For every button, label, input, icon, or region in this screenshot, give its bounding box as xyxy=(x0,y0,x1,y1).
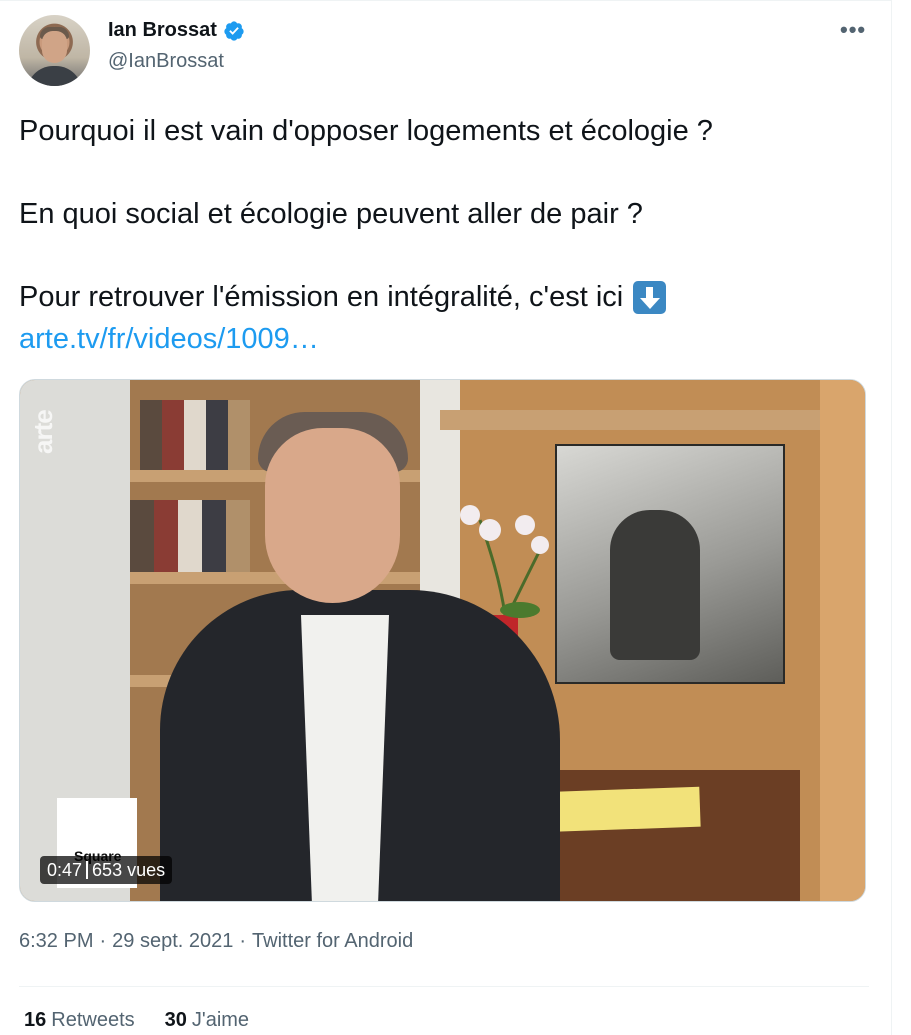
video-scene-wall-right xyxy=(820,380,865,901)
likes-stat[interactable]: 30 J'aime xyxy=(165,1009,249,1032)
video-scene-person-head xyxy=(265,428,400,603)
tweet-text-line-1: Pourquoi il est vain d'opposer logements… xyxy=(19,115,713,147)
tweet-card: Ian Brossat @IanBrossat ••• Pourquoi il … xyxy=(0,0,892,1035)
tweet-meta: 6:32 PM · 29 sept. 2021 · Twitter for An… xyxy=(19,930,413,953)
author-display-name[interactable]: Ian Brossat xyxy=(108,19,217,42)
down-arrow-icon xyxy=(633,281,667,314)
avatar[interactable] xyxy=(19,15,90,86)
retweets-label: Retweets xyxy=(51,1009,135,1031)
video-scene-shelf xyxy=(440,410,820,430)
tweet-text-line-3: Pour retrouver l'émission en intégralité… xyxy=(19,281,667,314)
meta-separator: · xyxy=(99,930,107,952)
tweet-source[interactable]: Twitter for Android xyxy=(252,930,413,953)
badge-separator xyxy=(86,861,89,879)
likes-count: 30 xyxy=(164,1009,187,1031)
tweet-link[interactable]: arte.tv/fr/videos/1009… xyxy=(19,323,319,356)
author-handle[interactable]: @IanBrossat xyxy=(108,50,224,73)
tweet-date[interactable]: 29 sept. 2021 xyxy=(112,930,233,953)
retweets-count: 16 xyxy=(24,1009,47,1031)
verified-badge-icon xyxy=(224,20,244,41)
avatar-face xyxy=(42,31,67,63)
retweets-stat[interactable]: 16 Retweets xyxy=(24,1009,135,1032)
divider xyxy=(19,986,869,987)
avatar-shirt xyxy=(27,66,82,86)
more-options-icon[interactable]: ••• xyxy=(840,19,866,41)
tweet-time[interactable]: 6:32 PM xyxy=(19,930,93,953)
author-name-row: Ian Brossat xyxy=(108,19,245,42)
video-scene-books xyxy=(130,500,250,575)
tweet-text-line-3-label: Pour retrouver l'émission en intégralité… xyxy=(19,281,624,313)
video-scene-books xyxy=(140,400,250,470)
video-scene-photo-figure xyxy=(610,510,700,660)
meta-separator: · xyxy=(239,930,247,952)
tweet-stats: 16 Retweets 30 J'aime xyxy=(24,1009,249,1032)
video-duration: 0:47 xyxy=(47,859,83,880)
likes-label: J'aime xyxy=(191,1009,250,1031)
video-duration-badge: 0:47 653 vues xyxy=(40,856,173,884)
video-views: 653 vues xyxy=(92,859,166,880)
video-player[interactable]: arte Square 0:47 653 vues xyxy=(19,379,866,902)
tweet-text-line-2: En quoi social et écologie peuvent aller… xyxy=(19,198,643,230)
arte-watermark: arte xyxy=(28,410,58,454)
